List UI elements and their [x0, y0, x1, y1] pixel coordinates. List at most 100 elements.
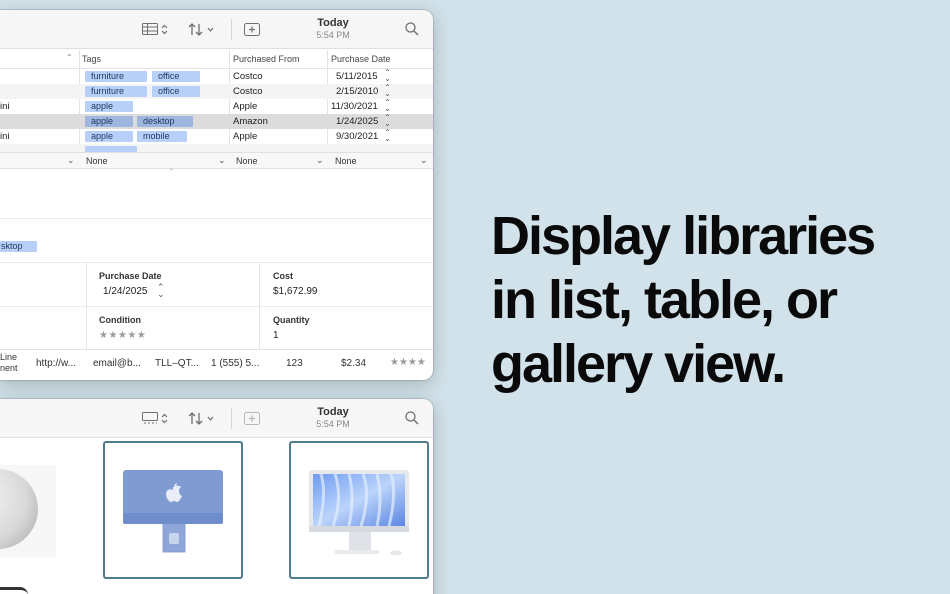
- purchase-date-cell[interactable]: 5/11/2015: [336, 71, 378, 82]
- detail-fields-row-1: Purchase Date 1/24/2025 ⌃ ⌄ Cost $1,672.9…: [0, 263, 433, 307]
- purchased-from-cell: Apple: [233, 101, 258, 112]
- sort-indicator-icon: ⌃: [66, 53, 73, 62]
- email-cell[interactable]: email@b...: [93, 358, 141, 369]
- sort-button[interactable]: [188, 409, 214, 427]
- chevron-down-icon[interactable]: ⌄: [218, 155, 226, 166]
- quantity-label: Quantity: [273, 315, 310, 325]
- condition-label: Condition: [99, 315, 141, 325]
- date-stepper[interactable]: ⌃ ⌄: [157, 283, 165, 299]
- sort-icon: [188, 22, 203, 36]
- purchase-date-cell[interactable]: 9/30/2021: [336, 131, 378, 142]
- quantity-field[interactable]: 1: [273, 330, 279, 341]
- condition-rating[interactable]: ★★★★★: [99, 330, 146, 341]
- chevron-updown-icon: [161, 24, 168, 34]
- chevron-down-icon: [207, 27, 214, 32]
- headline-line-2: in list, table, or: [491, 270, 838, 330]
- date-stepper[interactable]: ⌃ ⌄: [384, 84, 391, 98]
- tag-chip[interactable]: desktop: [137, 116, 193, 127]
- add-item-icon: [244, 22, 260, 36]
- search-button[interactable]: [405, 20, 419, 38]
- rating-cell[interactable]: ★★★★: [390, 357, 426, 368]
- date-title: Today 5:54 PM: [300, 17, 366, 41]
- table-row[interactable]: ini apple Apple 11/30/2021 ⌃ ⌄: [0, 99, 433, 114]
- gallery-item-homepod[interactable]: [0, 465, 56, 557]
- gallery-item-imac-silver[interactable]: [289, 441, 429, 579]
- view-mode-button[interactable]: [142, 409, 168, 427]
- gallery-view-icon: [142, 412, 158, 424]
- phone-cell[interactable]: 1 (555) 5...: [211, 358, 259, 369]
- chevron-down-icon[interactable]: ⌄: [316, 155, 324, 166]
- imac-silver-image: [309, 470, 409, 556]
- detail-section: [0, 174, 433, 219]
- chevron-down-icon: [207, 416, 214, 421]
- column-header-purchase-date[interactable]: Purchase Date: [331, 54, 391, 64]
- chevron-down-icon[interactable]: ⌄: [420, 155, 428, 166]
- tag-chip[interactable]: office: [152, 86, 200, 97]
- record-summary-strip[interactable]: Line nent http://w... email@b... TLL–QT..…: [0, 350, 433, 380]
- table-header: ⌃ Tags Purchased From Purchase Date: [0, 50, 433, 69]
- chevron-updown-icon: [161, 413, 168, 423]
- table-row[interactable]: ini apple mobile Apple 9/30/2021 ⌃ ⌄: [0, 129, 433, 144]
- purchase-date-field[interactable]: 1/24/2025: [103, 286, 148, 297]
- date-subtitle-text: 5:54 PM: [316, 30, 350, 40]
- tag-chip[interactable]: sktop: [0, 241, 37, 252]
- date-stepper[interactable]: ⌃ ⌄: [384, 114, 391, 128]
- view-mode-button[interactable]: [142, 20, 168, 38]
- detail-tags-section: sktop: [0, 219, 433, 263]
- table-row-selected[interactable]: apple desktop Amazon 1/24/2025 ⌃ ⌄: [0, 114, 433, 129]
- purchase-date-cell[interactable]: 1/24/2025: [336, 116, 378, 127]
- purchased-from-cell: Amazon: [233, 116, 268, 127]
- homepod-mini-image: [0, 469, 38, 549]
- tag-chip[interactable]: mobile: [137, 131, 187, 142]
- tag-chip[interactable]: apple: [85, 131, 133, 142]
- purchased-from-cell: Apple: [233, 131, 258, 142]
- name-cell: ini: [0, 131, 10, 142]
- purchase-date-cell[interactable]: 11/30/2021: [331, 101, 378, 112]
- filter-select-purchase-date[interactable]: None: [335, 156, 357, 166]
- date-stepper[interactable]: ⌃ ⌄: [384, 99, 391, 113]
- filter-select-tags[interactable]: None: [86, 156, 108, 166]
- table-row-partial[interactable]: [0, 144, 433, 152]
- gallery-view-window: Today 5:54 PM: [0, 399, 433, 594]
- tag-chip[interactable]: furniture: [85, 71, 147, 82]
- tag-chip[interactable]: apple: [85, 116, 133, 127]
- search-button[interactable]: [405, 409, 419, 427]
- detail-fields-row-2: Condition ★★★★★ Quantity 1: [0, 307, 433, 350]
- search-icon: [405, 411, 419, 425]
- column-header-tags[interactable]: Tags: [82, 54, 101, 64]
- url-cell[interactable]: http://w...: [36, 358, 76, 369]
- date-title-text: Today: [317, 406, 349, 418]
- date-title: Today 5:54 PM: [300, 406, 366, 430]
- filter-select-purchased-from[interactable]: None: [236, 156, 258, 166]
- name-fragment: Line nent: [0, 352, 18, 374]
- field-divider: [86, 307, 87, 350]
- chevron-down-icon[interactable]: ⌄: [67, 155, 75, 166]
- split-handle[interactable]: •: [170, 167, 175, 174]
- tag-chip[interactable]: apple: [85, 101, 133, 112]
- name-cell: ini: [0, 101, 10, 112]
- column-header-purchased-from[interactable]: Purchased From: [233, 54, 300, 64]
- gallery-item-imac-blue[interactable]: [103, 441, 243, 579]
- field-divider: [86, 263, 87, 307]
- cost-field[interactable]: $1,672.99: [273, 286, 318, 297]
- purchased-from-cell: Costco: [233, 71, 263, 82]
- sort-icon: [188, 411, 203, 425]
- table-view-window: Today 5:54 PM ⌃ Tags Purchased From Purc…: [0, 10, 433, 380]
- add-item-button[interactable]: [244, 20, 260, 38]
- toolbar: Today 5:54 PM: [0, 10, 433, 49]
- sort-button[interactable]: [188, 20, 214, 38]
- table-row[interactable]: furniture office Costco 2/15/2010 ⌃ ⌄: [0, 84, 433, 99]
- purchase-date-cell[interactable]: 2/15/2010: [336, 86, 378, 97]
- name-line-1: Line: [0, 352, 18, 362]
- search-icon: [405, 22, 419, 36]
- tag-chip[interactable]: furniture: [85, 86, 147, 97]
- date-stepper[interactable]: ⌃ ⌄: [384, 129, 391, 143]
- cost-label: Cost: [273, 271, 293, 281]
- table-row[interactable]: furniture office Costco 5/11/2015 ⌃ ⌄: [0, 69, 433, 84]
- tag-chip[interactable]: office: [152, 71, 200, 82]
- add-item-button[interactable]: [244, 409, 260, 427]
- headline: Display libraries in list, table, or gal…: [491, 204, 931, 396]
- date-stepper[interactable]: ⌃ ⌄: [384, 69, 391, 83]
- imac-blue-image: [123, 470, 223, 553]
- purchased-from-cell: Costco: [233, 86, 263, 97]
